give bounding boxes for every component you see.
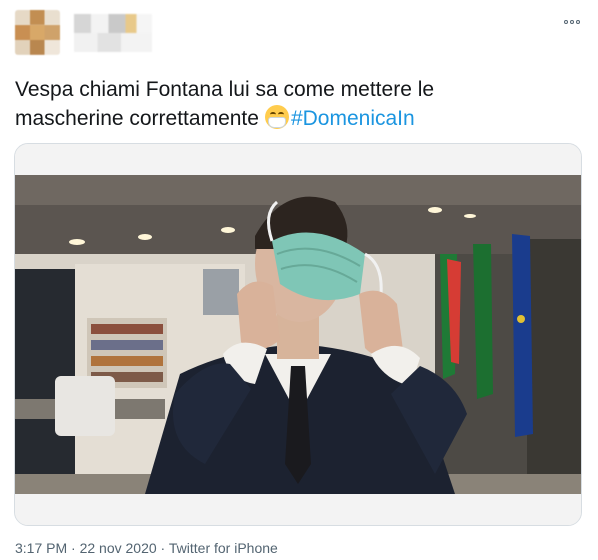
photo-illustration [15, 144, 581, 525]
tweet-text-line-1: Vespa chiami Fontana lui sa come mettere… [15, 78, 435, 101]
avatar[interactable] [15, 10, 60, 55]
meta-separator: · [67, 540, 80, 556]
more-options-icon[interactable] [562, 12, 582, 32]
face-with-medical-mask-icon [264, 105, 289, 129]
author-name-blurred[interactable] [74, 14, 152, 52]
tweet-source[interactable]: Twitter for iPhone [169, 540, 278, 556]
tweet-text: Vespa chiami Fontana lui sa come mettere… [15, 75, 575, 133]
tweet-meta: 3:17 PM · 22 nov 2020 · Twitter for iPho… [15, 540, 278, 556]
dot [576, 20, 580, 24]
dot [570, 20, 574, 24]
timestamp-time[interactable]: 3:17 PM [15, 540, 67, 556]
hashtag-link[interactable]: #DomenicaIn [291, 107, 415, 130]
tweet-photo[interactable] [14, 143, 582, 526]
tweet-text-line-2-text: mascherine correttamente [15, 107, 259, 130]
timestamp-date[interactable]: 22 nov 2020 [80, 540, 157, 556]
tweet-text-line-2: mascherine correttamente #DomenicaIn [15, 104, 575, 133]
dot [564, 20, 568, 24]
meta-separator: · [156, 540, 169, 556]
tweet-card: Vespa chiami Fontana lui sa come mettere… [0, 0, 598, 560]
